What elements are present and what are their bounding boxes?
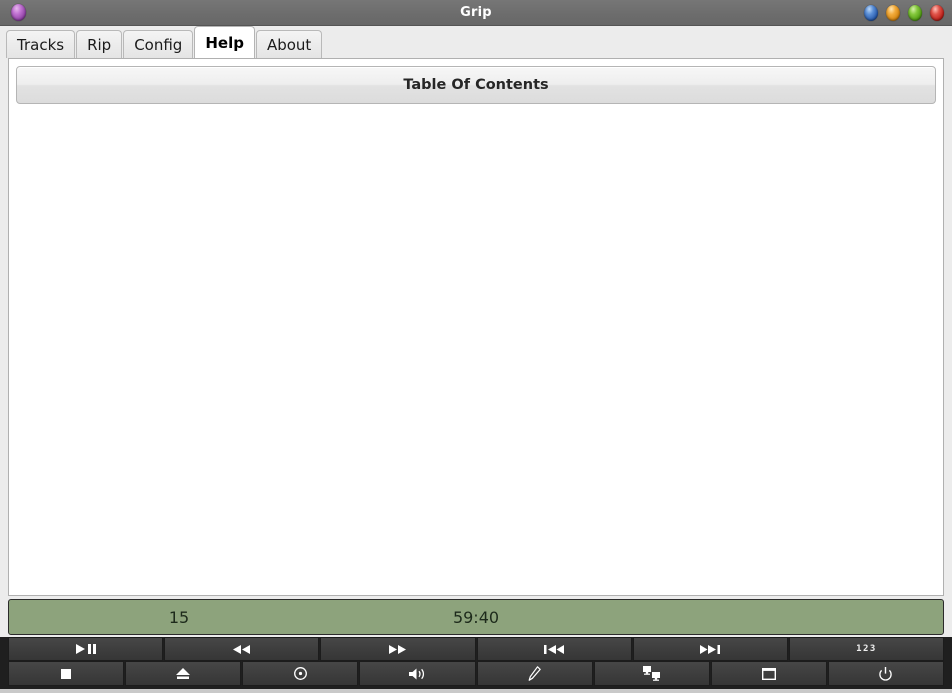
window-title: Grip	[460, 5, 492, 20]
grip-window: Grip Tracks Rip Config Help About Table …	[0, 0, 952, 693]
minimize-view-button[interactable]	[710, 661, 827, 686]
maximize-button[interactable]	[908, 4, 922, 21]
eject-icon	[176, 668, 191, 679]
play-pause-button[interactable]	[8, 637, 164, 661]
volume-icon	[408, 668, 426, 680]
rewind-icon	[232, 644, 251, 654]
tab-rip[interactable]: Rip	[76, 30, 123, 58]
next-track-icon	[700, 644, 721, 654]
window-icon	[761, 667, 776, 680]
stop-icon	[61, 668, 72, 679]
transport-controls: 123	[0, 637, 952, 689]
previous-track-button[interactable]	[476, 637, 632, 661]
play-pause-icon	[75, 644, 97, 654]
transport-row-primary: 123	[8, 637, 945, 661]
tab-label: Rip	[87, 35, 112, 54]
minimize-button[interactable]	[886, 4, 900, 21]
edit-button[interactable]	[476, 661, 593, 686]
fast-forward-icon	[388, 644, 407, 654]
network-icon	[642, 666, 661, 681]
lcd-time: 59:40	[452, 607, 500, 627]
grip-orb-icon	[11, 4, 26, 21]
title-bar: Grip	[0, 0, 952, 26]
tab-config[interactable]: Config	[123, 30, 194, 58]
window-bottom-edge	[0, 689, 952, 693]
transport-row-secondary	[8, 661, 944, 686]
lcd-container: 15 59:40	[0, 596, 952, 637]
close-button[interactable]	[930, 4, 944, 21]
shade-button[interactable]	[864, 4, 878, 21]
track-number-button[interactable]: 123	[788, 637, 945, 661]
lcd-display[interactable]: 15 59:40	[8, 599, 944, 635]
window-controls	[864, 4, 944, 21]
table-of-contents-button[interactable]: Table Of Contents	[16, 66, 936, 104]
stop-button[interactable]	[8, 661, 125, 686]
tab-label: About	[266, 35, 312, 54]
tab-label: Tracks	[17, 35, 65, 54]
disc-icon	[293, 667, 307, 680]
fast-forward-button[interactable]	[320, 637, 476, 661]
previous-track-icon	[544, 644, 565, 654]
tab-label: Help	[205, 33, 244, 52]
tab-tracks[interactable]: Tracks	[6, 30, 76, 58]
help-panel: Table Of Contents	[8, 58, 944, 596]
disc-button[interactable]	[242, 661, 359, 686]
tab-bar: Tracks Rip Config Help About	[0, 26, 952, 58]
power-icon	[879, 666, 893, 681]
tab-help[interactable]: Help	[194, 26, 255, 58]
rewind-button[interactable]	[164, 637, 320, 661]
pencil-icon	[528, 666, 541, 681]
tab-about[interactable]: About	[255, 30, 323, 58]
eject-button[interactable]	[125, 661, 242, 686]
next-track-button[interactable]	[632, 637, 788, 661]
cddb-scan-button[interactable]	[593, 661, 710, 686]
tab-label: Config	[134, 35, 183, 54]
digits-icon: 123	[856, 644, 877, 654]
help-text-area[interactable]	[16, 104, 936, 588]
volume-button[interactable]	[359, 661, 476, 686]
power-button[interactable]	[827, 661, 944, 686]
content-area: Table Of Contents	[0, 58, 952, 596]
